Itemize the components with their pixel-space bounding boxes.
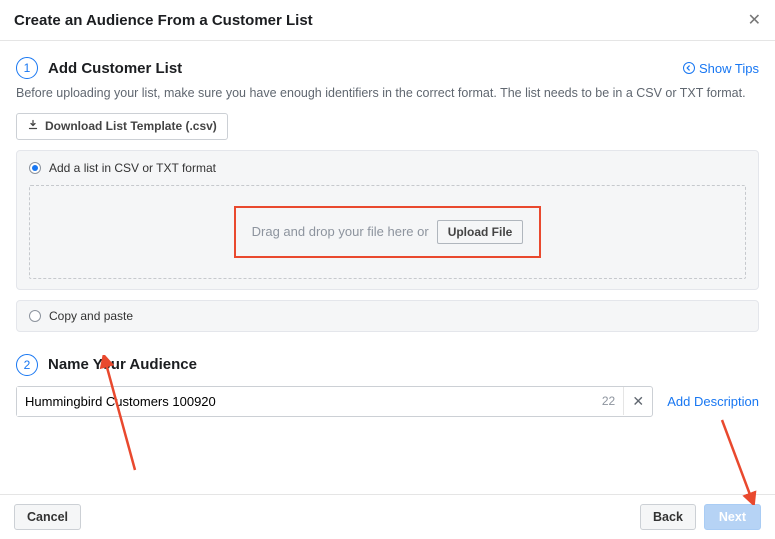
file-dropzone[interactable]: Drag and drop your file here or Upload F… [29, 185, 746, 279]
show-tips-link[interactable]: Show Tips [683, 61, 759, 76]
copy-paste-radio-option[interactable]: Copy and paste [29, 309, 746, 323]
drag-drop-text: Drag and drop your file here or [252, 224, 429, 239]
dialog-content: 1 Add Customer List Show Tips Before upl… [0, 41, 775, 417]
upload-panel: Add a list in CSV or TXT format Drag and… [16, 150, 759, 290]
step1-header: 1 Add Customer List Show Tips [16, 57, 759, 79]
dialog-header: Create an Audience From a Customer List … [0, 0, 775, 41]
next-button[interactable]: Next [704, 504, 761, 530]
audience-name-row: 22 ✕ Add Description [16, 386, 759, 417]
add-description-link[interactable]: Add Description [667, 394, 759, 409]
step1-helper-text: Before uploading your list, make sure yo… [16, 85, 759, 103]
audience-name-input[interactable] [17, 387, 594, 416]
step2-header: 2 Name Your Audience [16, 354, 759, 376]
step2-title: Name Your Audience [48, 356, 197, 373]
audience-name-input-wrap: 22 ✕ [16, 386, 653, 417]
step1-title: Add Customer List [48, 60, 182, 77]
copy-paste-panel: Copy and paste [16, 300, 759, 332]
download-template-label: Download List Template (.csv) [45, 119, 217, 133]
radio-icon [29, 162, 41, 174]
upload-radio-option[interactable]: Add a list in CSV or TXT format [29, 161, 746, 175]
upload-radio-label: Add a list in CSV or TXT format [49, 161, 216, 175]
dialog-footer: Cancel Back Next [0, 494, 775, 539]
copy-paste-radio-label: Copy and paste [49, 309, 133, 323]
upload-file-button[interactable]: Upload File [437, 220, 524, 244]
step1-header-left: 1 Add Customer List [16, 57, 182, 79]
close-icon[interactable]: ✕ [748, 10, 761, 30]
dialog-title: Create an Audience From a Customer List [14, 12, 313, 29]
chevron-left-icon [683, 62, 695, 74]
step2-header-left: 2 Name Your Audience [16, 354, 197, 376]
clear-input-icon[interactable]: ✕ [624, 393, 652, 410]
radio-icon [29, 310, 41, 322]
download-template-button[interactable]: Download List Template (.csv) [16, 113, 228, 140]
annotation-arrow-icon [712, 415, 762, 505]
show-tips-label: Show Tips [699, 61, 759, 76]
annotation-highlight: Drag and drop your file here or Upload F… [234, 206, 542, 258]
step1-number-badge: 1 [16, 57, 38, 79]
footer-right: Back Next [640, 504, 761, 530]
back-button[interactable]: Back [640, 504, 696, 530]
cancel-button[interactable]: Cancel [14, 504, 81, 530]
char-count: 22 [594, 387, 624, 415]
step2-number-badge: 2 [16, 354, 38, 376]
download-icon [27, 119, 39, 134]
